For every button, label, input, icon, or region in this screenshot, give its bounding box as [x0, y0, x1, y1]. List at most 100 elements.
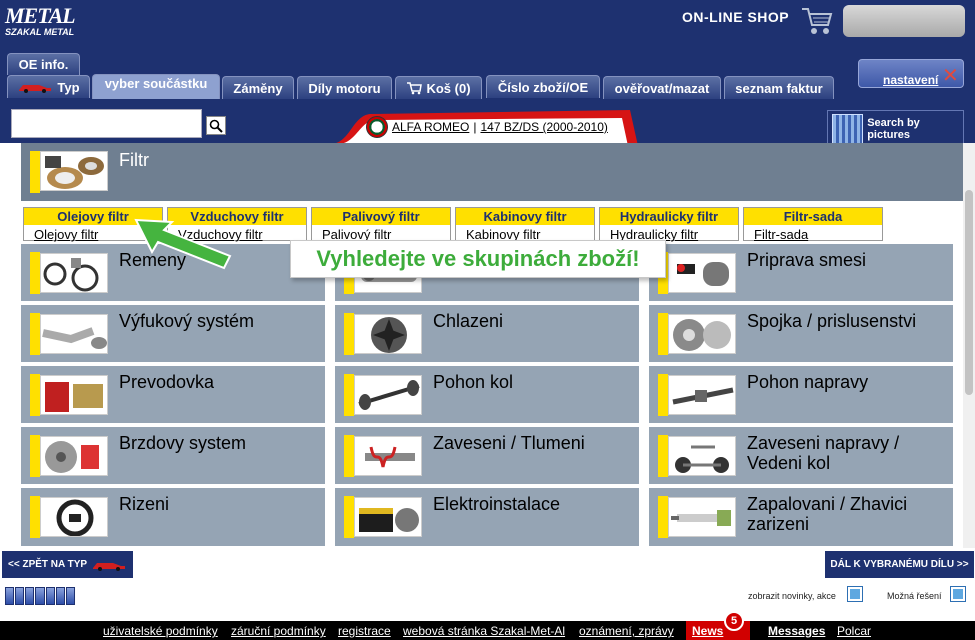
footer-link-announcements[interactable]: oznámení, zprávy [579, 624, 674, 638]
footer-link-warranty[interactable]: záruční podmínky [231, 624, 326, 638]
tab-overovat-mazat[interactable]: ověřovat/mazat [603, 76, 721, 99]
category-image [354, 497, 422, 537]
category-label: Zaveseni napravy / Vedeni kol [747, 433, 899, 473]
category-image [668, 436, 736, 476]
category-tile-spojka[interactable]: Spojka / prislusenstvi [649, 305, 953, 362]
category-tile-chlazeni[interactable]: Chlazeni [335, 305, 639, 362]
accent-bar [658, 313, 668, 355]
category-label-line1: Zaveseni napravy / [747, 433, 900, 453]
logo-wordmark: METAL [5, 3, 76, 28]
category-tile-rizeni[interactable]: Rizeni [21, 488, 325, 546]
back-to-type-button[interactable]: << ZPĚT NA TYP [2, 551, 133, 578]
tab-seznam-faktur[interactable]: seznam faktur [724, 76, 834, 99]
category-label: Pohon napravy [747, 372, 868, 392]
subgroup-header: Filtr-sada [744, 208, 882, 225]
category-tile-zapalovani[interactable]: Zapalovani / Zhavici zarizeni [649, 488, 953, 546]
category-label: Výfukový systém [119, 311, 254, 331]
settings-link[interactable]: nastavení [883, 73, 938, 87]
alfa-romeo-logo-icon [366, 116, 388, 138]
subgroup-link[interactable]: Filtr-sada [754, 227, 808, 242]
category-tile-prevodovka[interactable]: Prevodovka [21, 366, 325, 423]
category-label: Zapalovani / Zhavici zarizeni [747, 494, 907, 534]
logo-subtitle: SZAKAL METAL [5, 27, 75, 37]
show-news-label: zobrazit novinky, akce [748, 591, 836, 601]
tab-typ[interactable]: Typ [7, 75, 90, 98]
accent-bar [30, 435, 40, 477]
footer-link-user-terms[interactable]: uživatelské podmínky [103, 624, 218, 638]
footer-link-website[interactable]: webová stránka Szakal-Met-Al [403, 624, 565, 638]
tab-zameny[interactable]: Záměny [222, 76, 294, 99]
news-count-badge: 5 [724, 611, 744, 631]
subgroup-hydraulicky-filtr[interactable]: Hydraulicky filtr Hydraulicky filtr [599, 207, 739, 242]
category-image [668, 375, 736, 415]
category-label: Pohon kol [433, 372, 513, 392]
settings-button[interactable]: nastavení ✕ [858, 59, 964, 88]
search-button[interactable] [206, 116, 226, 135]
accent-bar [344, 496, 354, 538]
tab-label: vyber součástku [104, 75, 208, 91]
subgroup-palivovy-filtr[interactable]: Palivový filtr Palivový filtr [311, 207, 451, 242]
show-news-checkbox[interactable] [847, 586, 863, 602]
category-image [40, 436, 108, 476]
tab-label: Záměny [233, 80, 283, 96]
category-image [668, 497, 736, 537]
shopping-cart-icon [802, 8, 833, 34]
footer-link-polcar[interactable]: Polcar [837, 624, 871, 638]
next-to-part-button[interactable]: DÁL K VYBRANÉMU DÍLU >> [825, 551, 974, 578]
back-label: << ZPĚT NA TYP [8, 559, 88, 570]
subgroup-kabinovy-filtr[interactable]: Kabinovy filtr Kabinovy filtr [455, 207, 595, 242]
category-label-line1: Zapalovani / Zhavici [747, 494, 908, 514]
category-image [668, 314, 736, 354]
search-by-pictures-button[interactable]: Search by pictures [827, 110, 964, 147]
accent-bar [30, 496, 40, 538]
category-tile-zaveseni-napravy[interactable]: Zaveseni napravy / Vedeni kol [649, 427, 953, 484]
subgroup-filtr-sada[interactable]: Filtr-sada Filtr-sada [743, 207, 883, 242]
tab-kos[interactable]: Koš (0) [395, 76, 482, 99]
accent-bar [344, 313, 354, 355]
tab-label: Číslo zboží/OE [497, 79, 589, 95]
cart-icon [407, 82, 423, 95]
possible-solutions-checkbox[interactable] [950, 586, 966, 602]
tab-oe-info[interactable]: OE info. [7, 53, 80, 75]
tab-label: OE info. [18, 57, 69, 72]
car-icon [93, 562, 126, 571]
scrollbar-thumb[interactable] [965, 190, 973, 395]
category-label-line1: Pohon kol [433, 372, 514, 392]
app-root: METAL SZAKAL METAL ON-LINE SHOP OE info.… [0, 0, 975, 640]
online-shop-title: ON-LINE SHOP [682, 9, 790, 25]
category-label-line1: Spojka / prislusenstvi [747, 311, 917, 331]
vehicle-make-link[interactable]: ALFA ROMEO [392, 120, 469, 134]
category-tile-pohon-kol[interactable]: Pohon kol [335, 366, 639, 423]
tab-cislo-zbozi[interactable]: Číslo zboží/OE [486, 75, 600, 98]
footer-link-messages[interactable]: Messages [768, 624, 825, 638]
accent-bar [30, 313, 40, 355]
category-label-line1: Výfukový systém [119, 311, 255, 331]
category-tile-priprava-smesi[interactable]: Priprava smesi [649, 244, 953, 301]
accent-bar [344, 435, 354, 477]
footer-link-registration[interactable]: registrace [338, 624, 391, 638]
category-image [354, 375, 422, 415]
category-tile-elektroinstalace[interactable]: Elektroinstalace [335, 488, 639, 546]
subgroup-header: Hydraulicky filtr [600, 208, 738, 225]
tab-dily-motoru[interactable]: Díly motoru [297, 76, 392, 99]
category-tile-pohon-napravy[interactable]: Pohon napravy [649, 366, 953, 423]
possible-solutions-label: Možná řešení [887, 591, 942, 601]
breadcrumb-separator: | [473, 120, 477, 134]
green-arrow-icon [134, 218, 232, 270]
category-tile-zaveseni-tlumeni[interactable]: Zaveseni / Tlumeni [335, 427, 639, 484]
vehicle-model-link[interactable]: 147 BZ/DS (2000-2010) [480, 120, 607, 134]
category-tile-vyfukovy-system[interactable]: Výfukový systém [21, 305, 325, 362]
accent-bar [658, 435, 668, 477]
footer-link-news[interactable]: News [692, 624, 723, 638]
category-tile-brzdovy-system[interactable]: Brzdovy system [21, 427, 325, 484]
search-input[interactable] [11, 109, 202, 138]
subgroup-header: Kabinovy filtr [456, 208, 594, 225]
login-box[interactable] [843, 5, 965, 37]
category-tile-filtr-expanded[interactable]: Filtr [21, 143, 963, 201]
tab-vyber-soucastku[interactable]: vyber součástku [92, 74, 220, 99]
next-label: DÁL K VYBRANÉMU DÍLU >> [830, 559, 969, 570]
category-label: Spojka / prislusenstvi [747, 311, 916, 331]
close-icon[interactable]: ✕ [942, 65, 959, 85]
search-icon [209, 119, 223, 133]
subgroup-link[interactable]: Olejovy filtr [34, 227, 98, 242]
